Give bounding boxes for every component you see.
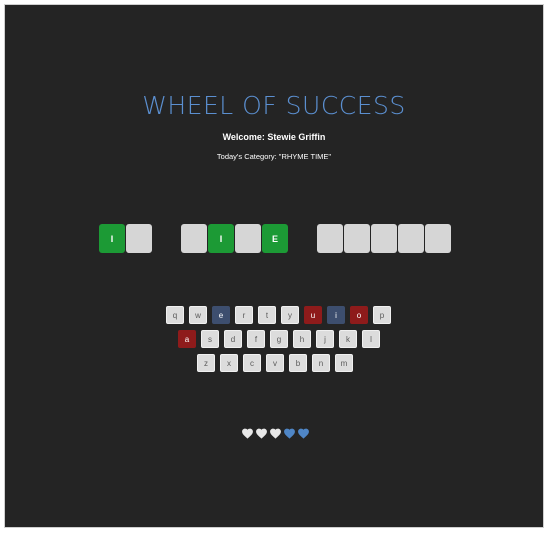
key-k[interactable]: k <box>339 330 357 348</box>
key-s[interactable]: s <box>201 330 219 348</box>
game-board: WHEEL OF SUCCESS Welcome: Stewie Griffin… <box>4 4 544 528</box>
letter-tile: E <box>262 224 288 253</box>
welcome-text: Welcome: Stewie Griffin <box>222 132 326 142</box>
heart-lost-icon <box>255 425 268 439</box>
key-r[interactable]: r <box>235 306 253 324</box>
key-f[interactable]: f <box>247 330 265 348</box>
key-x[interactable]: x <box>220 354 238 372</box>
letter-tile <box>235 224 261 253</box>
game-title: WHEEL OF SUCCESS <box>142 91 406 120</box>
key-m[interactable]: m <box>335 354 353 372</box>
key-o[interactable]: o <box>350 306 368 324</box>
heart-icon <box>297 425 310 439</box>
key-t[interactable]: t <box>258 306 276 324</box>
key-d[interactable]: d <box>224 330 242 348</box>
category-text: Today's Category: "RHYME TIME" <box>216 152 332 161</box>
letter-tile <box>126 224 152 253</box>
key-n[interactable]: n <box>312 354 330 372</box>
key-p[interactable]: p <box>373 306 391 324</box>
key-v[interactable]: v <box>266 354 284 372</box>
key-e[interactable]: e <box>212 306 230 324</box>
key-i[interactable]: i <box>327 306 345 324</box>
letter-tile: I <box>208 224 234 253</box>
letter-tile <box>425 224 451 253</box>
heart-lost-icon <box>241 425 254 439</box>
key-j[interactable]: j <box>316 330 334 348</box>
letter-tile <box>181 224 207 253</box>
key-b[interactable]: b <box>289 354 307 372</box>
puzzle-tiles: IIE <box>0 224 550 254</box>
letter-tile <box>344 224 370 253</box>
letter-tile <box>398 224 424 253</box>
key-a[interactable]: a <box>178 330 196 348</box>
letter-tile <box>371 224 397 253</box>
key-q[interactable]: q <box>166 306 184 324</box>
key-w[interactable]: w <box>189 306 207 324</box>
key-c[interactable]: c <box>243 354 261 372</box>
letter-tile <box>317 224 343 253</box>
key-u[interactable]: u <box>304 306 322 324</box>
heart-lost-icon <box>269 425 282 439</box>
key-l[interactable]: l <box>362 330 380 348</box>
key-y[interactable]: y <box>281 306 299 324</box>
letter-tile: I <box>99 224 125 253</box>
key-z[interactable]: z <box>197 354 215 372</box>
heart-icon <box>283 425 296 439</box>
key-g[interactable]: g <box>270 330 288 348</box>
key-h[interactable]: h <box>293 330 311 348</box>
